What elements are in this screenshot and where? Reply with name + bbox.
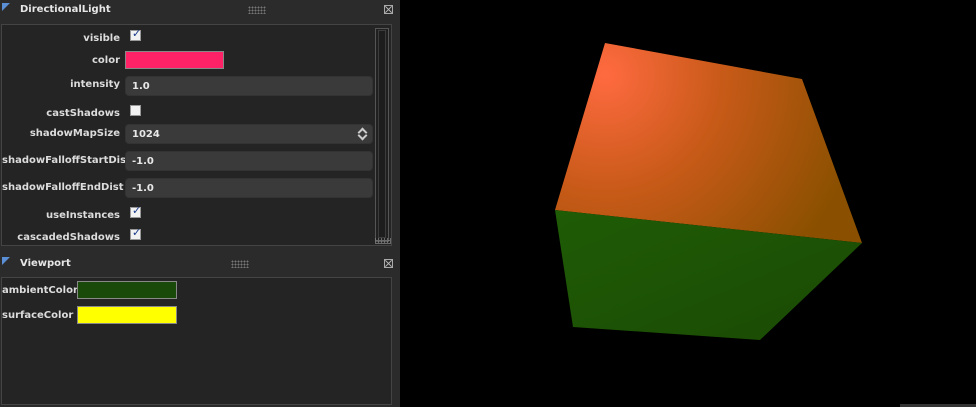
triangle-icon[interactable] [2,257,10,265]
use-instances-checkbox[interactable]: ✓ [130,204,142,218]
property-row-shadowmapsize: shadowMapSize 1024 [2,124,373,144]
surface-color-swatch[interactable] [77,306,177,324]
visible-checkbox[interactable]: ✓ [130,27,142,41]
input-value: -1.0 [132,183,154,194]
panel-title: Viewport [20,258,71,269]
viewport-properties: ambientColor surfaceColor [1,277,392,405]
close-icon[interactable] [384,5,393,14]
property-row-ambientcolor: ambientColor [2,281,372,301]
property-row-cascadedshadows: cascadedShadows ✓ [2,226,372,248]
property-row-castshadows: castShadows [2,104,372,124]
grip-icon[interactable] [231,260,249,268]
grip-icon[interactable] [248,6,266,14]
property-row-intensity: intensity 1.0 [2,75,373,96]
intensity-input[interactable]: 1.0 [125,76,373,96]
color-swatch[interactable] [125,51,224,69]
input-value: -1.0 [132,156,154,167]
property-label: shadowFalloffStartDist [2,155,131,166]
shadow-falloff-start-input[interactable]: -1.0 [125,151,373,171]
property-label: ambientColor [2,285,78,296]
resize-grip-icon[interactable] [375,238,391,244]
property-label: visible [83,33,120,44]
cascaded-shadows-checkbox[interactable]: ✓ [130,226,142,240]
property-label: shadowMapSize [29,128,120,139]
inspector-sidebar: DirectionalLight visible ✓ color intensi… [0,0,400,407]
close-icon[interactable] [384,259,393,268]
cube-render [555,43,862,340]
property-row-falloff-start: shadowFalloffStartDist -1.0 [2,151,373,171]
triangle-icon[interactable] [2,3,10,11]
3d-viewport-canvas[interactable] [400,0,976,407]
property-row-color: color [2,51,372,71]
property-label: color [91,55,120,66]
property-row-visible: visible ✓ [2,27,372,49]
viewport-panel-header[interactable]: Viewport [0,254,400,274]
property-label: surfaceColor [2,310,74,321]
checkmark-icon: ✓ [132,27,142,40]
properties-scrollbar[interactable] [375,28,389,242]
checkmark-icon: ✓ [132,204,142,217]
property-label: cascadedShadows [17,232,120,243]
property-label: useInstances [46,210,120,221]
shadow-map-size-select[interactable]: 1024 [125,124,373,144]
input-value: 1.0 [132,81,150,92]
spinner-arrows-icon[interactable] [357,126,368,142]
directional-light-header[interactable]: DirectionalLight [0,0,400,20]
checkmark-icon: ✓ [132,226,142,239]
property-label: castShadows [46,108,120,119]
property-row-surfacecolor: surfaceColor [2,306,372,326]
panel-title: DirectionalLight [20,4,111,15]
property-label: shadowFalloffEndDist [2,182,124,193]
property-row-falloff-end: shadowFalloffEndDist -1.0 [2,178,373,198]
select-value: 1024 [132,129,160,140]
ambient-color-swatch[interactable] [77,281,177,299]
cast-shadows-checkbox[interactable] [130,105,141,116]
property-label: intensity [70,79,120,90]
directional-light-properties: visible ✓ color intensity 1.0 castShadow… [1,24,392,246]
property-row-useinstances: useInstances ✓ [2,204,372,226]
shadow-falloff-end-input[interactable]: -1.0 [125,178,373,198]
cube-top-face [555,43,862,243]
scrollbar-thumb[interactable] [378,30,386,238]
